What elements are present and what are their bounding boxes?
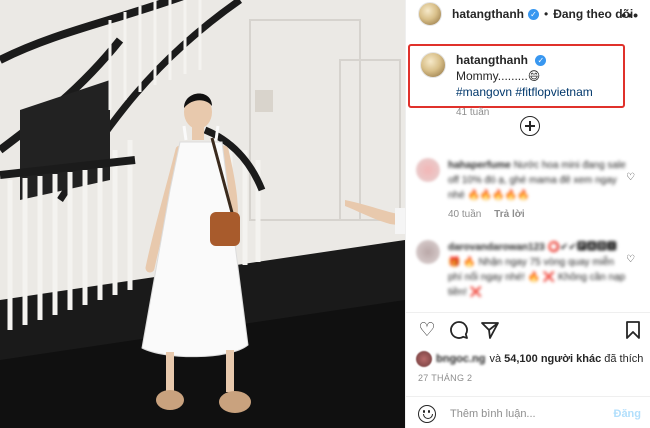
likes-connector: và — [489, 353, 502, 365]
comment-meta: 40 tuần Trả lời — [448, 207, 626, 222]
post-actions-bar: ♡ — [416, 320, 644, 344]
caption-highlight: hatangthanh ✓ Mommy.........😄 #mangovn #… — [408, 44, 625, 118]
share-icon[interactable] — [479, 320, 501, 342]
caption-avatar[interactable] — [420, 52, 446, 78]
likes-suffix: đã thích — [604, 353, 644, 365]
comment-body: darovandarowan123 ⭕✔✔🅿🅰🅳🅸 🎁 🔥 Nhận ngay … — [448, 240, 626, 300]
add-comment-bar: Đăng — [406, 400, 650, 428]
comment-item: hahaperfume Nước hoa mini đang sale off … — [416, 158, 641, 222]
post-date[interactable]: 27 THÁNG 2 — [418, 373, 472, 383]
commenter-username[interactable]: darovandarowan123 — [448, 242, 545, 253]
post-photo[interactable] — [0, 0, 405, 428]
post-header: hatangthanh ✓ • Đang theo dõi ••• — [406, 0, 650, 28]
commenter-avatar[interactable] — [416, 158, 440, 182]
divider — [406, 396, 650, 397]
photo-illustration — [0, 0, 405, 428]
comment-input[interactable] — [450, 408, 605, 420]
author-avatar[interactable] — [418, 2, 442, 26]
first-liker-username[interactable]: bngoc.ng — [436, 353, 486, 365]
comment-content: darovandarowan123 ⭕✔✔🅿🅰🅳🅸 🎁 🔥 Nhận ngay … — [448, 240, 626, 300]
caption-content: hatangthanh ✓ Mommy.........😄 #mangovn #… — [456, 52, 615, 121]
comment-icon[interactable] — [448, 320, 470, 342]
bookmark-icon[interactable] — [622, 320, 644, 342]
caption-text: Mommy.........😄 — [456, 69, 541, 83]
separator-dot: • — [544, 7, 549, 21]
author-username[interactable]: hatangthanh — [452, 7, 524, 21]
comment-body: hahaperfume Nước hoa mini đang sale off … — [448, 158, 626, 222]
commenter-username[interactable]: hahaperfume — [448, 160, 511, 171]
load-more-comments-icon[interactable] — [520, 116, 540, 136]
instagram-post-view: hatangthanh ✓ • Đang theo dõi ••• hatang… — [0, 0, 650, 428]
caption-hashtags[interactable]: #mangovn #fitflopvietnam — [456, 85, 593, 99]
comment-content: hahaperfume Nước hoa mini đang sale off … — [448, 158, 626, 203]
comment-age: 40 tuần — [448, 209, 482, 220]
caption: hatangthanh ✓ Mommy.........😄 #mangovn #… — [420, 52, 615, 121]
reply-button[interactable]: Trả lời — [494, 209, 524, 220]
post-side-panel: hatangthanh ✓ • Đang theo dõi ••• hatang… — [405, 0, 650, 428]
verified-badge-icon: ✓ — [535, 55, 547, 67]
comment-like-heart-icon[interactable]: ♡ — [626, 172, 635, 183]
post-comment-button[interactable]: Đăng — [614, 408, 642, 420]
commenter-avatar[interactable] — [416, 240, 440, 264]
heart-icon[interactable]: ♡ — [416, 320, 438, 342]
verified-badge-icon: ✓ — [528, 8, 539, 20]
likes-count[interactable]: 54,100 người khác — [504, 353, 601, 365]
likes-summary: bngoc.ng và 54,100 người khác đã thích — [416, 351, 648, 367]
comment-item: darovandarowan123 ⭕✔✔🅿🅰🅳🅸 🎁 🔥 Nhận ngay … — [416, 240, 641, 300]
comment-like-heart-icon[interactable]: ♡ — [626, 254, 635, 265]
divider — [406, 312, 650, 313]
emoji-icon[interactable] — [418, 405, 436, 423]
more-options-icon[interactable]: ••• — [621, 7, 639, 23]
caption-username[interactable]: hatangthanh — [456, 53, 528, 67]
liker-avatar[interactable] — [416, 351, 432, 367]
